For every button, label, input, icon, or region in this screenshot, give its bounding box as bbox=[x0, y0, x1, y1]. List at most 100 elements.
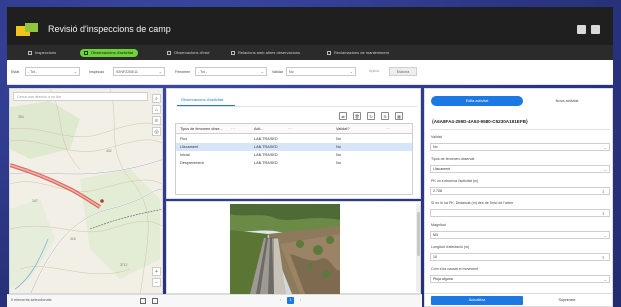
validat-select[interactable]: No ⌄ bbox=[430, 143, 610, 151]
table-header: Tipus de fenomen obse... ··· Acti... ···… bbox=[176, 124, 412, 134]
cell-type: Flux bbox=[180, 137, 188, 141]
clear-selection-icon[interactable] bbox=[152, 298, 158, 304]
page-next-icon[interactable]: › bbox=[297, 297, 304, 304]
table-icon bbox=[84, 51, 88, 55]
update-button[interactable]: Actualitza bbox=[431, 296, 523, 305]
refresh-icon[interactable]: ↻ bbox=[367, 112, 375, 120]
map-label: 354 bbox=[18, 115, 24, 119]
cell-activity: LAB.TRASED bbox=[254, 161, 278, 165]
delete-icon[interactable]: 🗑 bbox=[353, 112, 361, 120]
info-icon[interactable] bbox=[591, 25, 600, 34]
app-header: Revisió d'inspeccions de camp bbox=[7, 7, 613, 45]
longitud-input[interactable]: 10 ⇕ bbox=[430, 253, 610, 261]
stepper-icon[interactable]: ⇕ bbox=[602, 254, 605, 261]
tab-divider bbox=[177, 106, 417, 107]
chevron-down-icon: ⌄ bbox=[73, 69, 77, 74]
chevron-down-icon: ⌄ bbox=[603, 167, 607, 172]
tab-observations[interactable]: Observacions d'activitat bbox=[181, 97, 223, 102]
field-label: Magnitud bbox=[431, 223, 446, 227]
map-label: 3712 bbox=[120, 263, 128, 267]
filter-inspeccio-label: Inspecció bbox=[89, 70, 105, 74]
table-icon bbox=[28, 51, 32, 55]
observations-table: Tipus de fenomen obse... ··· Acti... ···… bbox=[175, 123, 413, 195]
table-row[interactable]: Flux LAB.TRASED No bbox=[176, 135, 412, 143]
filter-validat-select[interactable]: No ⌄ bbox=[286, 67, 356, 76]
locate-icon[interactable]: ◎ bbox=[152, 127, 161, 136]
table-icon bbox=[167, 51, 171, 55]
observations-panel: Observacions d'activitat ⇄ 🗑 ↻ ⊕ ▦ Tipus… bbox=[166, 88, 421, 199]
attachment-panel bbox=[166, 201, 421, 294]
filter-icon[interactable]: ⇄ bbox=[339, 112, 347, 120]
causa-select[interactable]: Pluja alguna ⌄ bbox=[430, 275, 610, 283]
edit-activity-panel: Edita activitat Nova activitat {A6A8FA4-… bbox=[424, 88, 613, 294]
chevron-down-icon: ⌄ bbox=[158, 69, 162, 74]
new-activity-button[interactable]: Nova activitat bbox=[525, 96, 609, 106]
divider bbox=[430, 129, 610, 130]
cell-valid: No bbox=[336, 161, 341, 165]
tipus-fenomen-select[interactable]: Lliscament ⌄ bbox=[430, 165, 610, 173]
scrollbar[interactable] bbox=[416, 204, 420, 292]
tab-inspeccions[interactable]: Inspeccions bbox=[28, 49, 56, 57]
pk-input[interactable]: 2.708 ⇕ bbox=[430, 187, 610, 195]
zoom-out-button[interactable]: − bbox=[152, 278, 161, 287]
select-icon[interactable] bbox=[140, 298, 146, 304]
map-panel[interactable]: Cerca una direcció o un lloc 354 402 347… bbox=[9, 88, 163, 294]
page-prev-icon[interactable]: ‹ bbox=[277, 297, 284, 304]
map-search-input[interactable]: Cerca una direcció o un lloc bbox=[13, 92, 148, 101]
cell-valid: No bbox=[336, 145, 341, 149]
tab-observacions-activitat[interactable]: Observacions d'activitat bbox=[80, 49, 139, 57]
column-header[interactable]: Acti... bbox=[254, 127, 264, 131]
home-icon[interactable]: ⌂ bbox=[152, 105, 161, 114]
chevron-down-icon: ⌄ bbox=[603, 277, 607, 282]
chevron-down-icon: ⌄ bbox=[260, 69, 264, 74]
map-canvas[interactable] bbox=[10, 89, 163, 294]
filter-inspeccio-select[interactable]: S/INF2208/11 ⌄ bbox=[113, 67, 165, 76]
filter-validat-label: Validat bbox=[272, 70, 283, 74]
column-header[interactable]: Validat? bbox=[336, 127, 349, 131]
more-icon[interactable]: ··· bbox=[231, 126, 235, 131]
map-label: 318 bbox=[70, 237, 76, 241]
field-label: Com s'ha causat el moviment bbox=[431, 267, 479, 271]
page-current[interactable]: 1 bbox=[287, 297, 294, 304]
filter-estat-label: Estat bbox=[11, 70, 20, 74]
stepper-icon[interactable]: ⇕ bbox=[602, 188, 605, 195]
tab-relacions[interactable]: Relacions amb altres observacions bbox=[231, 49, 300, 57]
more-icon[interactable]: ··· bbox=[288, 126, 292, 131]
map-label: 402 bbox=[106, 149, 112, 153]
field-label: Tipus de fenomen observat bbox=[431, 157, 475, 161]
delete-button[interactable]: Suprimeix bbox=[525, 296, 609, 305]
column-header[interactable]: Tipus de fenomen obse... bbox=[180, 127, 223, 131]
stepper-icon[interactable]: ⇕ bbox=[602, 210, 605, 217]
app-logo bbox=[16, 23, 38, 36]
chevron-down-icon: ⌄ bbox=[603, 233, 607, 238]
magnitud-select[interactable]: M3 ⌄ bbox=[430, 231, 610, 239]
filter-fenomen-select[interactable]: - Tot - ⌄ bbox=[195, 67, 267, 76]
reset-button[interactable]: Esborra bbox=[389, 67, 417, 76]
share-icon[interactable] bbox=[577, 25, 586, 34]
search-icon[interactable]: ⌕ bbox=[152, 94, 161, 103]
table-row[interactable]: Despreniment LAB.TRASED No bbox=[176, 159, 412, 167]
table-row[interactable]: Inicial LAB.TRASED No bbox=[176, 151, 412, 159]
layers-icon[interactable]: ≡ bbox=[152, 116, 161, 125]
selection-count: 0 elements seleccionats bbox=[11, 298, 52, 302]
zoom-in-button[interactable]: + bbox=[152, 267, 161, 276]
table-row[interactable]: Lliscament LAB.TRASED No bbox=[176, 143, 412, 151]
tab-reclamacions[interactable]: Reclamacions de manteniment bbox=[327, 49, 389, 57]
field-label: Longitud d'afectació (m) bbox=[431, 245, 470, 249]
more-icon[interactable]: ··· bbox=[386, 126, 390, 131]
status-bar: 0 elements seleccionats ‹ 1 › bbox=[7, 294, 422, 307]
columns-icon[interactable]: ▦ bbox=[395, 112, 403, 120]
table-icon bbox=[231, 51, 235, 55]
map-label: 347 bbox=[32, 199, 38, 203]
field-label: PK on s'observa l'activitat (m) bbox=[431, 179, 479, 183]
active-tab-indicator bbox=[177, 105, 235, 106]
tab-observacions-inici[interactable]: Observacions d'inici bbox=[167, 49, 209, 57]
cell-type: Lliscament bbox=[180, 145, 199, 149]
field-photo[interactable] bbox=[230, 204, 340, 294]
edit-activity-button[interactable]: Edita activitat bbox=[431, 96, 523, 106]
filter-estat-select[interactable]: - Tot - ⌄ bbox=[25, 67, 80, 76]
distancia-input[interactable]: ⇕ bbox=[430, 209, 610, 217]
apply-button[interactable]: Aplica bbox=[362, 67, 386, 76]
app-frame: Revisió d'inspeccions de camp Inspeccion… bbox=[0, 0, 621, 307]
zoom-to-icon[interactable]: ⊕ bbox=[381, 112, 389, 120]
